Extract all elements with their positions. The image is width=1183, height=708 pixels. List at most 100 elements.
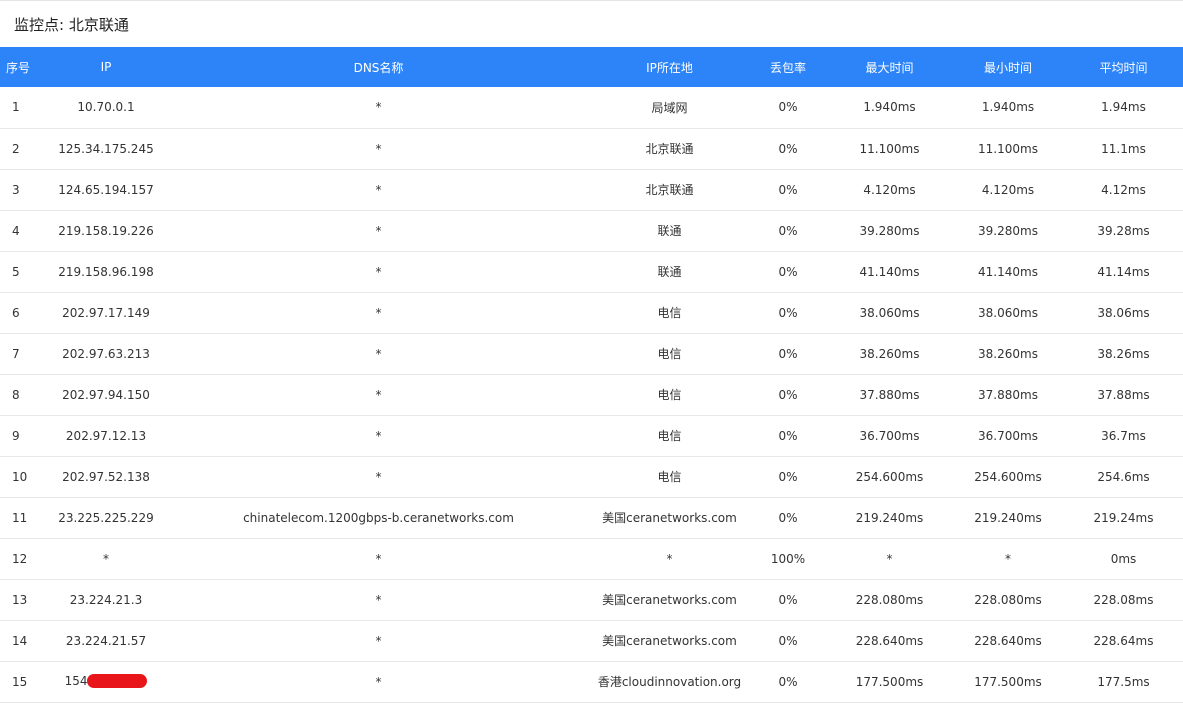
cell-avg-time-text: 38.06ms <box>1097 305 1150 320</box>
cell-min-time: 1.940ms <box>952 87 1064 129</box>
cell-avg-time: 41.14ms <box>1064 251 1183 293</box>
cell-min-time: 38.260ms <box>952 333 1064 375</box>
cell-seq-text: 14 <box>12 633 28 648</box>
cell-ip-text: 219.158.96.198 <box>58 264 154 279</box>
cell-dns: * <box>167 374 590 416</box>
cell-location-text: 美国ceranetworks.com <box>602 634 737 648</box>
cell-avg-time: 4.12ms <box>1064 169 1183 211</box>
cell-loss-text: 0% <box>778 674 798 689</box>
cell-location-text: * <box>666 551 673 566</box>
cell-max-time-text: 38.060ms <box>859 305 920 320</box>
cell-seq-text: 12 <box>12 551 28 566</box>
cell-dns: * <box>167 333 590 375</box>
cell-min-time: 254.600ms <box>952 456 1064 498</box>
cell-ip: 23.224.21.57 <box>45 620 167 662</box>
cell-dns-text: * <box>375 387 382 402</box>
cell-seq: 8 <box>0 374 45 416</box>
cell-seq: 14 <box>0 620 45 662</box>
cell-dns-text: chinatelecom.1200gbps-b.ceranetworks.com <box>243 510 514 525</box>
cell-max-time: 38.260ms <box>827 333 952 375</box>
header-min-time: 最小时间 <box>983 60 1032 75</box>
cell-max-time: * <box>827 538 952 580</box>
cell-min-time-text: 228.640ms <box>974 633 1042 648</box>
cell-seq: 13 <box>0 579 45 621</box>
cell-location-text: 联通 <box>657 224 682 238</box>
cell-avg-time-text: 37.88ms <box>1097 387 1150 402</box>
cell-ip: 202.97.12.13 <box>45 415 167 457</box>
cell-dns-text: * <box>375 346 382 361</box>
cell-loss: 0% <box>749 374 827 416</box>
cell-max-time-text: * <box>886 551 893 566</box>
cell-avg-time-text: 1.94ms <box>1101 100 1146 115</box>
cell-loss-text: 0% <box>778 264 798 279</box>
cell-min-time: 41.140ms <box>952 251 1064 293</box>
table-row: 14 23.224.21.57 * 美国ceranetworks.com 0% 228.6… <box>0 620 1183 662</box>
cell-max-time-text: 1.940ms <box>863 100 916 115</box>
cell-location-text: 美国ceranetworks.com <box>602 511 737 525</box>
cell-location-text: 北京联通 <box>645 183 694 197</box>
cell-min-time: 228.080ms <box>952 579 1064 621</box>
cell-seq-text: 5 <box>12 264 20 279</box>
cell-max-time-text: 41.140ms <box>859 264 920 279</box>
cell-dns-text: * <box>375 592 382 607</box>
page: 监控点: 北京联通 序号 IP DNS名称 IP所在地 丢包率 最大时间 最小时… <box>0 0 1183 708</box>
cell-seq-text: 11 <box>12 510 28 525</box>
cell-dns-text: * <box>375 633 382 648</box>
cell-loss: 0% <box>749 333 827 375</box>
cell-min-time: * <box>952 538 1064 580</box>
cell-location-text: 北京联通 <box>645 142 694 156</box>
cell-min-time-text: 228.080ms <box>974 592 1042 607</box>
cell-dns-text: * <box>375 264 382 279</box>
cell-max-time-text: 38.260ms <box>859 346 920 361</box>
cell-ip: * <box>45 538 167 580</box>
cell-dns: * <box>167 415 590 457</box>
cell-location: 北京联通 <box>590 169 749 211</box>
cell-location: 美国ceranetworks.com <box>590 579 749 621</box>
cell-loss: 0% <box>749 210 827 252</box>
cell-min-time: 177.500ms <box>952 661 1064 703</box>
cell-dns-text: * <box>375 100 382 115</box>
cell-location: 电信 <box>590 374 749 416</box>
cell-min-time: 38.060ms <box>952 292 1064 334</box>
cell-seq: 7 <box>0 333 45 375</box>
cell-dns-text: * <box>375 428 382 443</box>
cell-loss: 0% <box>749 661 827 703</box>
cell-dns-text: * <box>375 182 382 197</box>
cell-loss-text: 0% <box>778 141 798 156</box>
cell-min-time-text: 4.120ms <box>981 182 1035 197</box>
table-body: 1 10.70.0.1 * 局域网 0% 1.940ms 1.940ms 1.94ms 2 125… <box>0 87 1183 703</box>
cell-loss-text: 0% <box>778 100 798 115</box>
cell-max-time-text: 177.500ms <box>855 674 924 689</box>
cell-location: 电信 <box>590 415 749 457</box>
cell-seq: 6 <box>0 292 45 334</box>
cell-location-text: 美国ceranetworks.com <box>602 593 737 607</box>
cell-min-time-text: 38.060ms <box>978 305 1038 320</box>
cell-min-time: 39.280ms <box>952 210 1064 252</box>
cell-avg-time-text: 228.64ms <box>1093 633 1154 648</box>
cell-loss: 0% <box>749 456 827 498</box>
top-divider <box>0 0 1183 1</box>
cell-seq-text: 8 <box>12 387 20 402</box>
cell-ip-text: 23.224.21.3 <box>69 592 143 607</box>
cell-max-time: 1.940ms <box>827 87 952 129</box>
cell-seq-text: 10 <box>12 469 28 484</box>
cell-avg-time: 219.24ms <box>1064 497 1183 539</box>
cell-ip-text: 202.97.63.213 <box>62 346 150 361</box>
cell-dns: * <box>167 538 590 580</box>
cell-loss: 0% <box>749 87 827 129</box>
cell-max-time: 39.280ms <box>827 210 952 252</box>
cell-location-text: 局域网 <box>651 100 688 115</box>
cell-dns: * <box>167 87 590 129</box>
cell-avg-time-text: 41.14ms <box>1097 264 1150 279</box>
cell-avg-time: 39.28ms <box>1064 210 1183 252</box>
cell-avg-time: 254.6ms <box>1064 456 1183 498</box>
cell-ip-text: 219.158.19.226 <box>58 223 154 238</box>
cell-avg-time-text: 39.28ms <box>1097 223 1150 238</box>
cell-avg-time-text: 219.24ms <box>1093 510 1154 525</box>
header-dns: DNS名称 <box>353 60 404 75</box>
table-row: 6 202.97.17.149 * 电信 0% 38.060ms 38.060ms 38.06… <box>0 292 1183 334</box>
cell-location-text: 电信 <box>657 388 682 402</box>
cell-ip-text: 23.224.21.57 <box>65 633 147 648</box>
cell-ip-text: 125.34.175.245 <box>58 141 154 156</box>
cell-loss-text: 0% <box>778 428 798 443</box>
